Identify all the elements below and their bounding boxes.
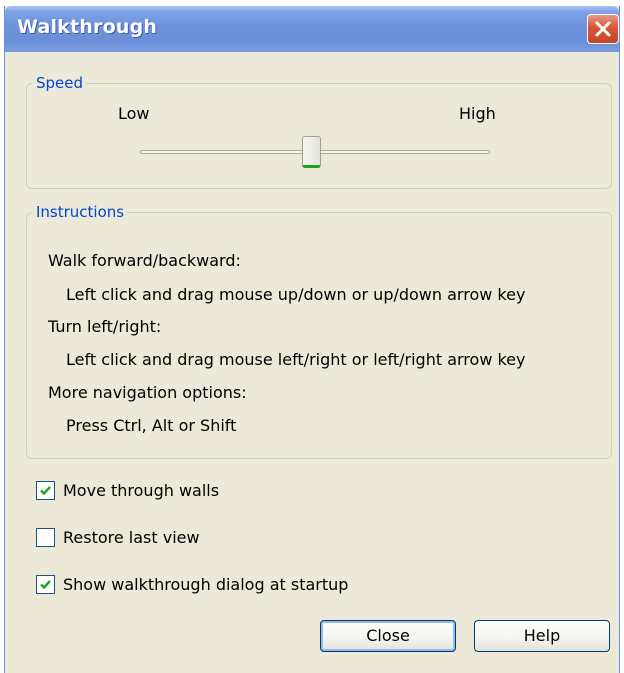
speed-high-label: High [459,104,496,123]
instruction-heading-turn: Turn left/right: [48,317,162,336]
help-button[interactable]: Help [474,620,610,652]
instruction-detail-walk: Left click and drag mouse up/down or up/… [66,285,526,304]
instruction-detail-more: Press Ctrl, Alt or Shift [66,416,237,435]
speed-low-label: Low [118,104,150,123]
speed-slider-thumb[interactable] [302,136,321,168]
instructions-legend: Instructions [36,203,125,221]
show-dialog-at-startup-checkbox[interactable] [36,575,55,594]
dialog-title: Walkthrough [17,16,158,38]
close-button[interactable]: Close [320,620,456,652]
speed-group: Speed [26,74,612,189]
checkmark-icon [40,486,51,496]
move-through-walls-checkbox[interactable] [36,481,55,500]
instruction-detail-turn: Left click and drag mouse left/right or … [66,350,526,369]
restore-last-view-label[interactable]: Restore last view [63,528,200,547]
instruction-heading-more: More navigation options: [48,383,247,402]
window-close-button[interactable] [587,14,619,44]
show-dialog-at-startup-label[interactable]: Show walkthrough dialog at startup [63,575,348,594]
title-bar[interactable]: Walkthrough [5,6,619,52]
speed-legend: Speed [36,74,84,92]
instruction-heading-walk: Walk forward/backward: [48,251,241,270]
checkmark-icon [40,580,51,590]
move-through-walls-label[interactable]: Move through walls [63,481,219,500]
restore-last-view-checkbox[interactable] [36,528,55,547]
close-x-icon [595,21,611,37]
